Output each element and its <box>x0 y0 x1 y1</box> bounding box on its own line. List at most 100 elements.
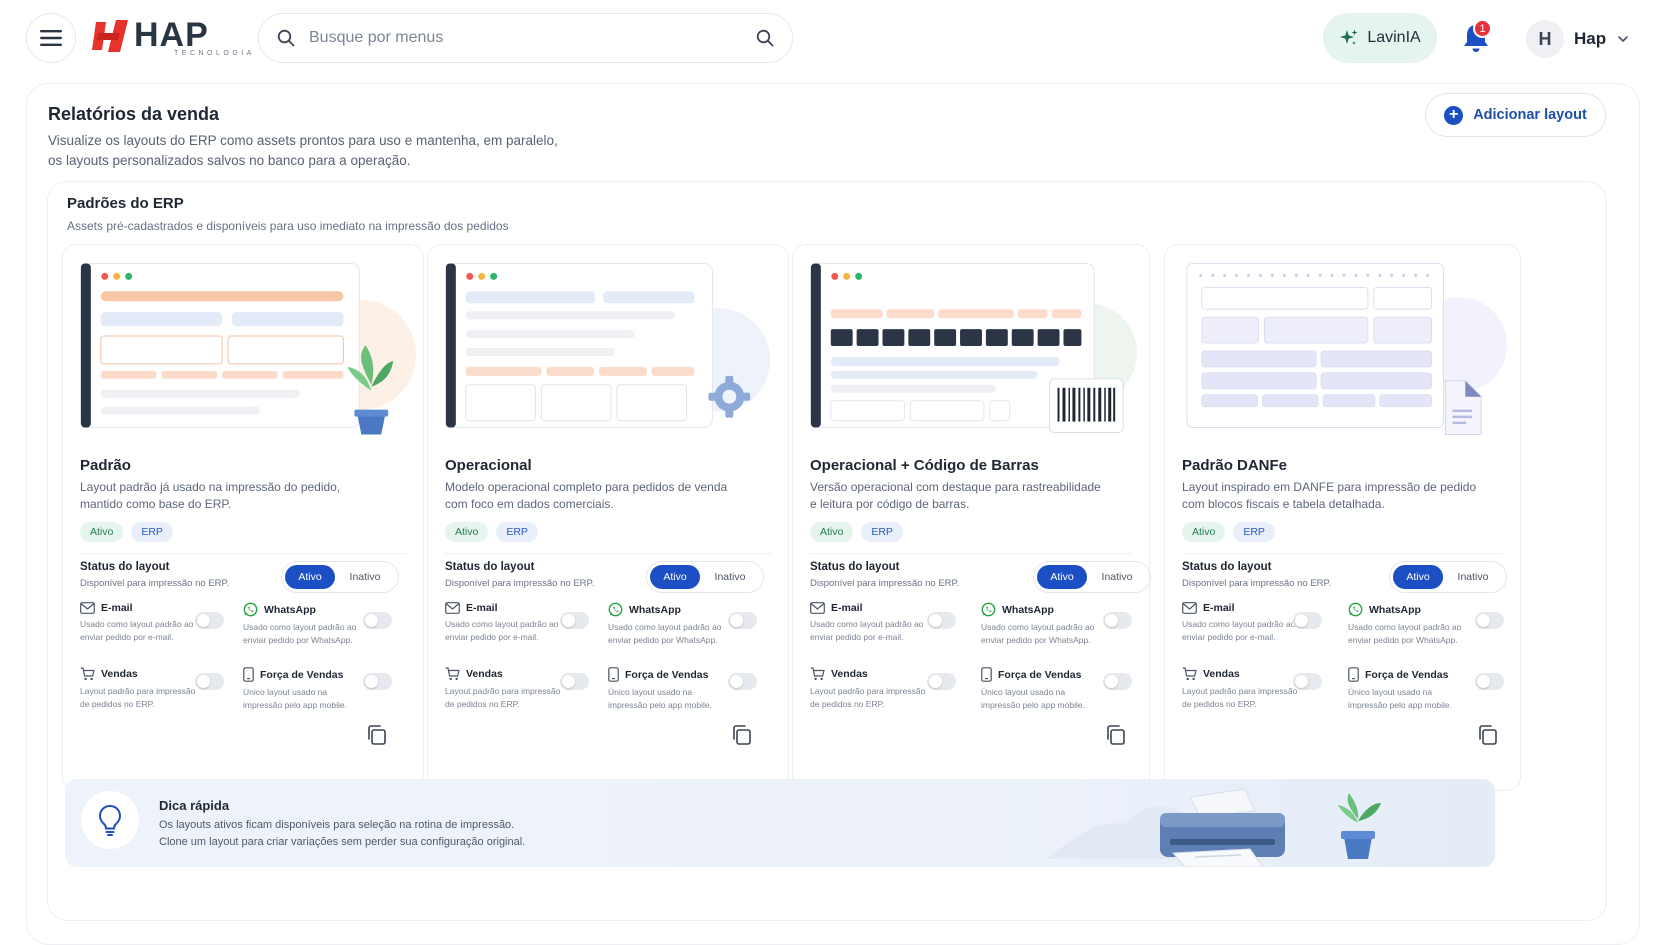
mobile-icon <box>608 667 619 682</box>
logo-text: HAP <box>134 16 209 54</box>
status-inactive-option[interactable]: Inativo <box>1087 571 1147 583</box>
status-segmented-control: Ativo Inativo <box>1389 561 1507 593</box>
divider <box>810 553 1132 554</box>
source-badge: ERP <box>131 522 173 542</box>
status-inactive-option[interactable]: Inativo <box>335 571 395 583</box>
source-badge: ERP <box>861 522 903 542</box>
status-inactive-option[interactable]: Inativo <box>700 571 760 583</box>
status-inactive-option[interactable]: Inativo <box>1443 571 1503 583</box>
forca-de-vendas-toggle[interactable] <box>363 673 392 690</box>
card-title: Padrão <box>80 457 131 474</box>
email-toggle[interactable] <box>560 612 589 629</box>
mail-icon <box>810 602 825 614</box>
status-active-option[interactable]: Ativo <box>285 565 335 589</box>
status-badge: Ativo <box>810 522 854 542</box>
quick-tip-banner: Dica rápida Os layouts ativos ficam disp… <box>65 779 1495 867</box>
sparkle-icon <box>1340 29 1358 45</box>
divider <box>1182 553 1503 554</box>
copy-icon[interactable] <box>365 723 389 747</box>
mobile-icon <box>981 667 992 682</box>
source-badge: ERP <box>1233 522 1275 542</box>
email-toggle[interactable] <box>927 612 956 629</box>
logo[interactable]: HAP TECNOLOGIA <box>90 18 255 57</box>
layout-barcode-illustration <box>810 262 1138 434</box>
divider <box>445 553 771 554</box>
whatsapp-icon <box>608 602 623 617</box>
whatsapp-toggle[interactable] <box>363 612 392 629</box>
vendas-toggle[interactable] <box>927 673 956 690</box>
vendas-toggle[interactable] <box>560 673 589 690</box>
lavinia-ai-button[interactable]: LavinIA <box>1323 13 1437 63</box>
status-title: Status do layout <box>810 561 900 573</box>
copy-icon[interactable] <box>1476 723 1500 747</box>
status-active-option[interactable]: Ativo <box>1037 565 1087 589</box>
logo-mark-icon <box>92 20 128 52</box>
mail-icon <box>445 602 460 614</box>
status-title: Status do layout <box>445 561 535 573</box>
cart-icon <box>80 667 95 681</box>
status-description: Disponível para impressão no ERP. <box>810 578 960 589</box>
layout-card-operacional-codigo-barras: Operacional + Código de Barras Versão op… <box>792 244 1151 791</box>
status-description: Disponível para impressão no ERP. <box>1182 578 1332 589</box>
card-description: Layout inspirado em DANFE para impressão… <box>1182 480 1477 511</box>
whatsapp-icon <box>1348 602 1363 617</box>
mail-icon <box>80 602 95 614</box>
forca-de-vendas-toggle[interactable] <box>1475 673 1504 690</box>
status-badge: Ativo <box>80 522 124 542</box>
mail-icon <box>1182 602 1197 614</box>
mobile-icon <box>1348 667 1359 682</box>
search-submit-icon[interactable] <box>756 29 774 47</box>
status-badge: Ativo <box>445 522 489 542</box>
cart-icon <box>445 667 460 681</box>
erp-defaults-section: Padrões do ERP Assets pré-cadastrados e … <box>47 181 1607 921</box>
page-title: Relatórios da venda <box>48 104 220 124</box>
logo-subtext: TECNOLOGIA <box>174 50 255 57</box>
tip-line: Os layouts ativos ficam disponíveis para… <box>159 819 515 831</box>
lightbulb-icon <box>81 791 139 849</box>
cart-icon <box>1182 667 1197 681</box>
section-title: Padrões do ERP <box>67 195 184 212</box>
card-title: Operacional <box>445 457 532 474</box>
main-panel: Relatórios da venda Visualize os layouts… <box>26 83 1640 945</box>
search-input[interactable] <box>309 29 756 47</box>
email-toggle[interactable] <box>1293 612 1322 629</box>
card-description: Layout padrão já usado na impressão do p… <box>80 480 341 511</box>
status-active-option[interactable]: Ativo <box>1393 565 1443 589</box>
whatsapp-toggle[interactable] <box>1475 612 1504 629</box>
status-description: Disponível para impressão no ERP. <box>80 578 230 589</box>
whatsapp-toggle[interactable] <box>1103 612 1132 629</box>
vendas-toggle[interactable] <box>1293 673 1322 690</box>
section-description: Assets pré-cadastrados e disponíveis par… <box>67 219 509 233</box>
status-segmented-control: Ativo Inativo <box>1033 561 1151 593</box>
copy-icon[interactable] <box>730 723 754 747</box>
user-name: Hap <box>1574 29 1607 48</box>
status-title: Status do layout <box>1182 561 1272 573</box>
add-layout-label: Adicionar layout <box>1473 107 1587 123</box>
status-description: Disponível para impressão no ERP. <box>445 578 595 589</box>
status-active-option[interactable]: Ativo <box>650 565 700 589</box>
layout-card-padrao-danfe: Padrão DANFe Layout inspirado em DANFE p… <box>1164 244 1521 791</box>
add-layout-button[interactable]: + Adicionar layout <box>1425 93 1606 137</box>
vendas-toggle[interactable] <box>195 673 224 690</box>
search-bar <box>258 13 793 63</box>
menu-icon <box>40 30 62 46</box>
copy-icon[interactable] <box>1104 723 1128 747</box>
whatsapp-toggle[interactable] <box>728 612 757 629</box>
whatsapp-icon <box>243 602 258 617</box>
user-menu[interactable]: H Hap <box>1526 20 1630 58</box>
lavinia-label: LavinIA <box>1367 29 1421 46</box>
printer-plant-illustration <box>1045 788 1381 867</box>
chevron-down-icon <box>1618 36 1628 42</box>
email-toggle[interactable] <box>195 612 224 629</box>
page-description: Visualize os layouts do ERP como assets … <box>48 133 558 168</box>
forca-de-vendas-toggle[interactable] <box>728 673 757 690</box>
layout-danfe-illustration <box>1186 262 1508 435</box>
tip-title: Dica rápida <box>159 798 230 813</box>
source-badge: ERP <box>496 522 538 542</box>
layout-card-operacional: Operacional Modelo operacional completo … <box>427 244 789 791</box>
forca-de-vendas-toggle[interactable] <box>1103 673 1132 690</box>
notification-badge: 1 <box>1473 19 1492 38</box>
whatsapp-icon <box>981 602 996 617</box>
card-description: Versão operacional com destaque para ras… <box>810 480 1101 511</box>
hamburger-menu-button[interactable] <box>26 13 76 63</box>
